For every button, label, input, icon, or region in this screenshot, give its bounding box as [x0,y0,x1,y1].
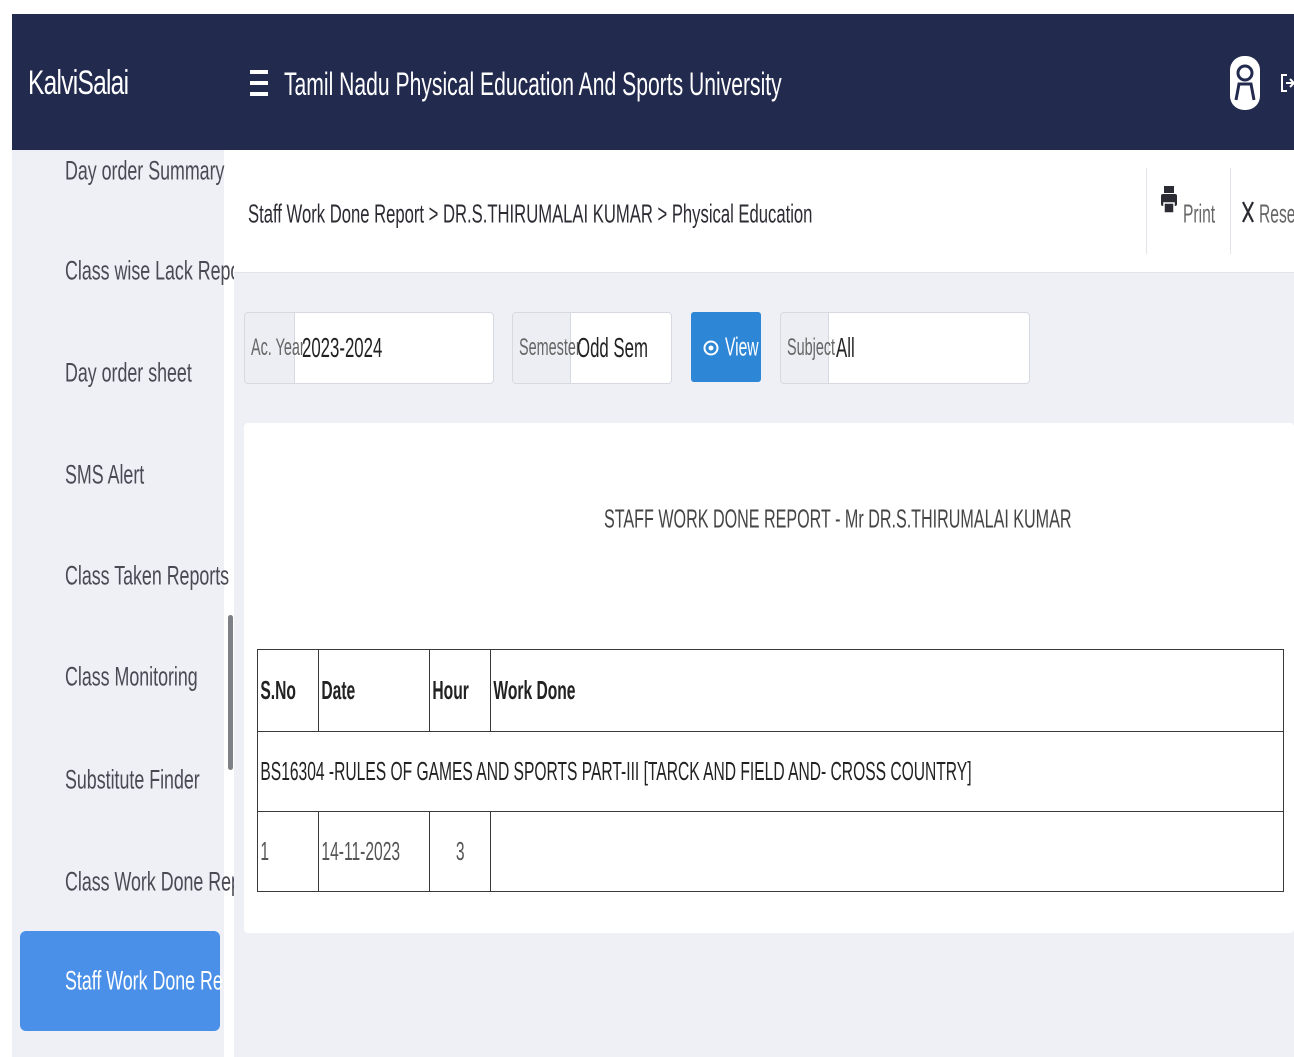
sidebar-item-substitute-finder[interactable]: Substitute Finder [12,745,224,815]
sidebar-item-class-wise-lack-report[interactable]: Class wise Lack Report [12,236,251,306]
breadcrumb: Staff Work Done Report > DR.S.THIRUMALAI… [248,198,813,229]
view-circle-icon [703,340,719,356]
user-avatar-icon[interactable] [1230,56,1260,110]
academic-year-select[interactable]: Ac. Year 2023-2024 [244,312,494,384]
sidebar-item-label: Class Monitoring [65,661,198,692]
sidebar: Day order Summary Class wise Lack Report… [12,150,262,1057]
view-label: View [725,331,759,362]
subject-label: Subject [781,313,835,383]
cell-work-done [490,811,1284,892]
report-title: STAFF WORK DONE REPORT - Mr DR.S.THIRUMA… [604,503,1072,534]
cell-sno: 1 [257,811,319,892]
print-button[interactable]: Print [1146,168,1229,254]
cell-date: 14-11-2023 [318,811,430,892]
printer-icon [1161,186,1177,214]
sidebar-item-label: Class Work Done Report [65,866,262,897]
sidebar-item-label: Staff Work Done Report [65,965,254,996]
brand-logo[interactable]: KalviSalai [28,64,129,103]
subject-select[interactable]: Subject All [780,312,1030,384]
reset-button[interactable]: Reset [1230,168,1294,254]
app-header: KalviSalai Tamil Nadu Physical Education… [12,14,1294,150]
sidebar-item-staff-work-done-report[interactable]: Staff Work Done Report [20,931,254,1031]
sidebar-item-label: Substitute Finder [65,764,200,795]
page-toolbar: Staff Work Done Report > DR.S.THIRUMALAI… [234,150,1294,273]
close-icon [1242,201,1254,223]
subject-group-label: BS16304 -RULES OF GAMES AND SPORTS PART-… [257,731,1284,812]
column-header-sno: S.No [257,649,319,732]
column-header-date: Date [318,649,430,732]
sidebar-item-day-order-sheet[interactable]: Day order sheet [12,338,224,408]
cell-hour: 3 [429,811,491,892]
subject-group-row: BS16304 -RULES OF GAMES AND SPORTS PART-… [257,731,1284,812]
sidebar-item-class-monitoring[interactable]: Class Monitoring [12,642,224,712]
sidebar-item-label: Day order Summary [65,155,225,186]
column-header-hour: Hour [429,649,491,732]
table-row: 1 14-11-2023 3 [257,811,1284,892]
university-name: Tamil Nadu Physical Education And Sports… [284,66,782,102]
report-table: S.No Date Hour Work Done BS16304 -RULES … [257,649,1284,892]
sidebar-item-label: Day order sheet [65,357,192,388]
sidebar-item-label: Class Taken Reports [65,560,230,591]
report-card: STAFF WORK DONE REPORT - Mr DR.S.THIRUMA… [244,423,1294,933]
sidebar-item-label: Class wise Lack Report [65,255,252,286]
menu-toggle-icon[interactable] [250,68,268,98]
semester-select[interactable]: Semester Odd Sem [512,312,672,384]
reset-label: Reset [1259,198,1294,229]
column-header-work-done: Work Done [490,649,1284,732]
view-button[interactable]: View [691,312,761,382]
sidebar-item-class-taken-reports[interactable]: Class Taken Reports [12,541,229,611]
sidebar-item-class-work-done-report[interactable]: Class Work Done Report [12,847,262,917]
sidebar-scrollbar[interactable] [228,615,233,770]
sidebar-item-day-order-summary[interactable]: Day order Summary [12,136,224,206]
sidebar-item-label: SMS Alert [65,459,145,490]
print-label: Print [1183,198,1216,229]
subject-value[interactable]: All [836,332,855,364]
table-header-row: S.No Date Hour Work Done [257,649,1284,732]
academic-year-label: Ac. Year [245,313,305,383]
logout-icon[interactable] [1280,72,1294,94]
sidebar-item-sms-alert[interactable]: SMS Alert [12,440,224,510]
semester-value[interactable]: Odd Sem [577,332,648,364]
semester-label: Semester [513,313,581,383]
academic-year-value[interactable]: 2023-2024 [302,332,382,364]
